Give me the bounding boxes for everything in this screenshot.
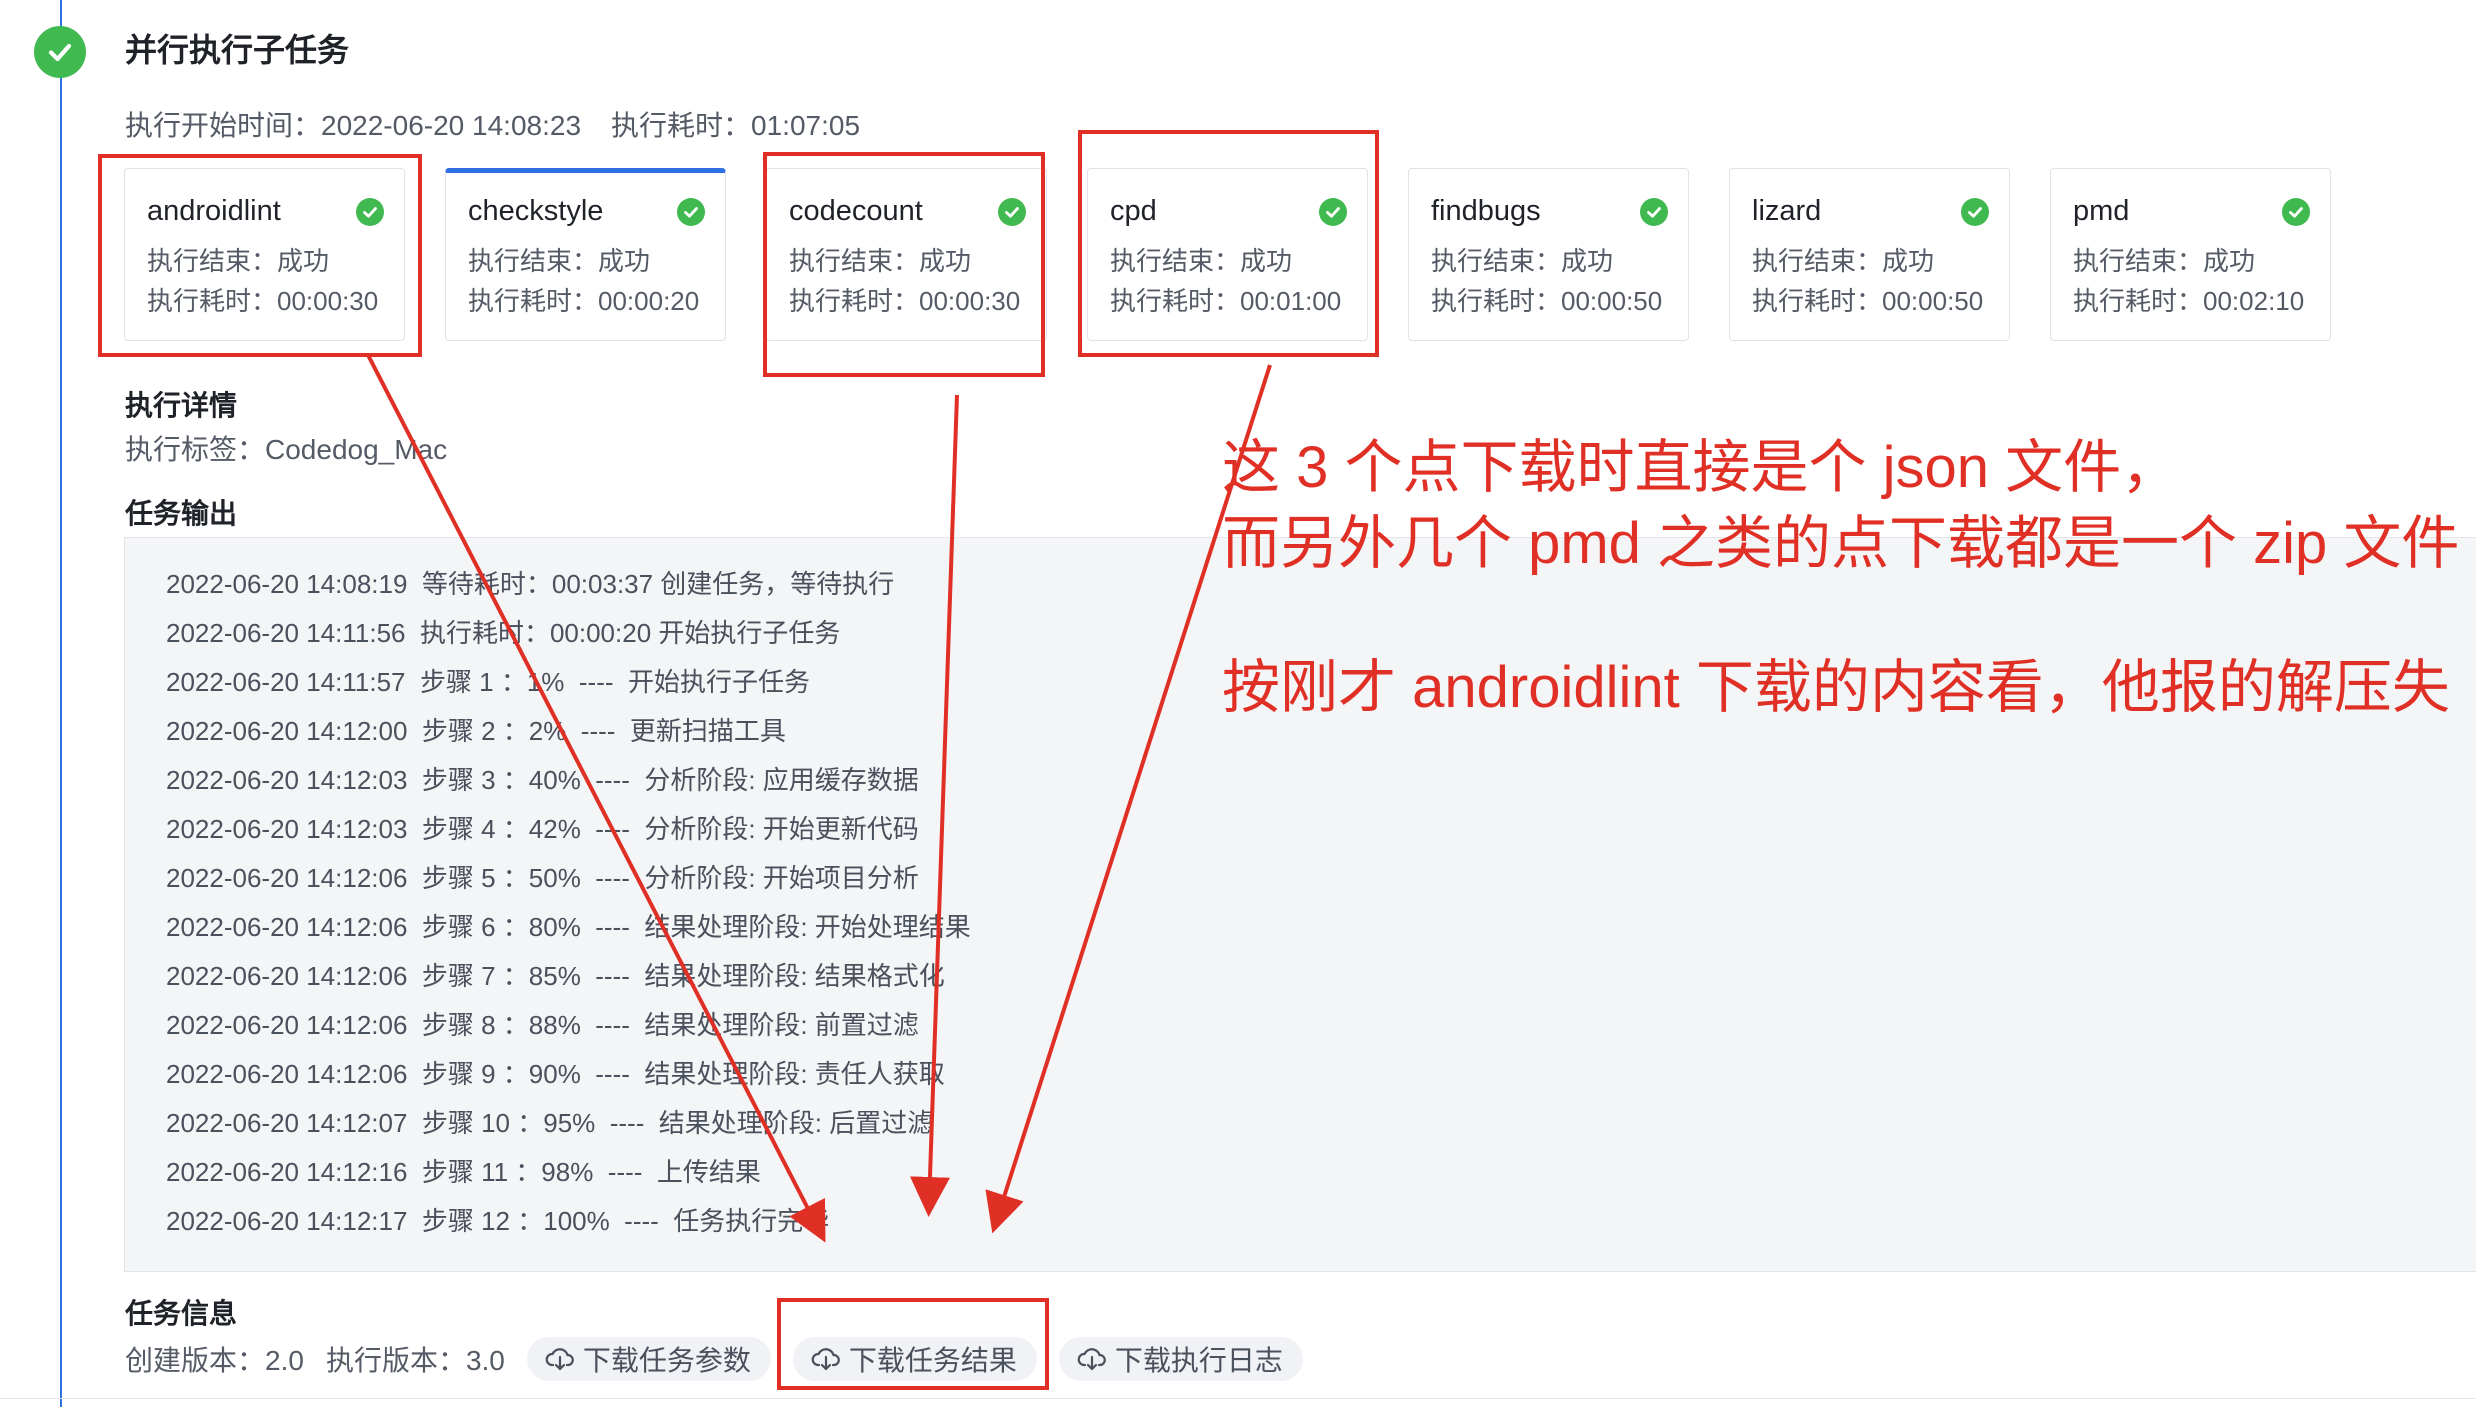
annotation-text-line2: 而另外几个 pmd 之类的点下载都是一个 zip 文件 (1222, 511, 2460, 576)
arrow-androidlint-to-results (366, 354, 826, 1243)
annotation-text-line1: 这 3 个点下载时直接是个 json 文件， (1222, 435, 2180, 500)
arrow-codecount-to-results (909, 394, 959, 1217)
annotation-text-line3: 按刚才 androidlint 下载的内容看，他报的解压失 (1222, 655, 2450, 720)
